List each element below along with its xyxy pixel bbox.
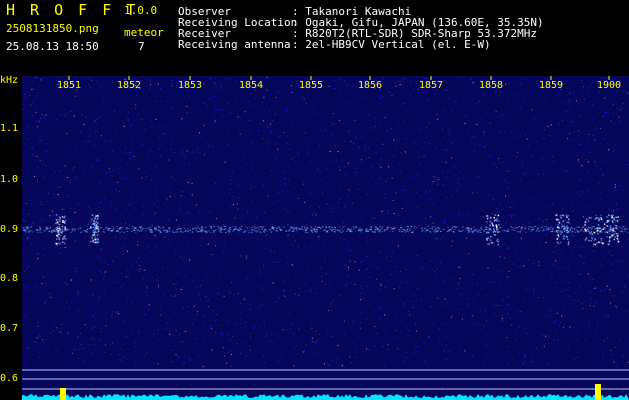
x-tick-label: 1855 <box>298 80 324 91</box>
y-tick-label: 1.0 <box>0 174 19 185</box>
y-tick-label: 1.1 <box>0 123 19 134</box>
app-version: 1.0.0 <box>124 4 158 17</box>
app-logo: H R O F F T <box>6 1 139 19</box>
x-tick-label: 1852 <box>116 80 142 91</box>
x-tick-label: 1856 <box>357 80 383 91</box>
x-tick-label: 1854 <box>238 80 264 91</box>
x-tick-label: 1857 <box>418 80 444 91</box>
y-tick-label: 0.6 <box>0 373 19 384</box>
x-tick-label: 1900 <box>596 80 622 91</box>
y-tick-label: 0.9 <box>0 224 19 235</box>
antenna-label: Receiving antenna <box>178 38 291 51</box>
spectrogram-plot <box>22 76 629 400</box>
y-tick-label: 0.8 <box>0 273 19 284</box>
y-unit-label: kHz <box>0 75 19 86</box>
y-tick-label: 0.7 <box>0 323 19 334</box>
file-name: 2508131850.png <box>6 22 99 35</box>
meteor-count: 7 <box>138 40 145 53</box>
spectrogram-background <box>22 76 629 400</box>
meteor-label: meteor <box>124 26 164 39</box>
x-tick-label: 1851 <box>56 80 82 91</box>
file-datetime: 25.08.13 18:50 <box>6 40 99 53</box>
header-panel: H R O F F T 1.0.0 2508131850.png meteor … <box>0 0 629 72</box>
x-tick-label: 1853 <box>177 80 203 91</box>
antenna-value: : 2el-HB9CV Vertical (el. E-W) <box>292 38 491 51</box>
x-tick-label: 1859 <box>538 80 564 91</box>
x-tick-label: 1858 <box>478 80 504 91</box>
